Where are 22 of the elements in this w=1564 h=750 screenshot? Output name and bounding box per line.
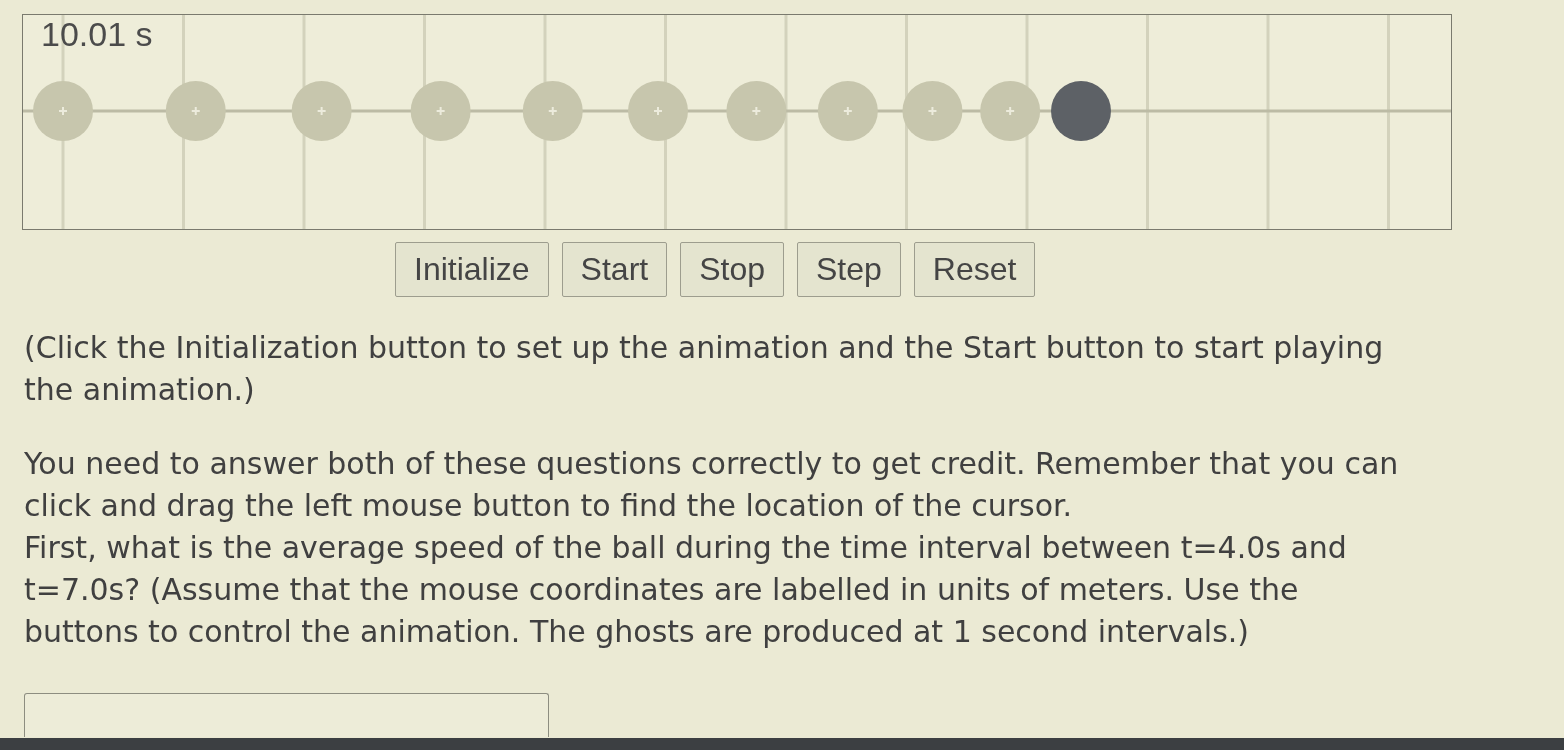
answer-field[interactable] [24, 692, 549, 737]
ghost-ball [165, 81, 226, 141]
control-button[interactable]: Reset [913, 242, 1036, 297]
ghost-ball [980, 81, 1041, 141]
control-button[interactable]: Step [797, 242, 901, 297]
instructions-text: You need to answer both of these questions correctly to get credit. Remember that you can click and drag the left mouse button to find the location of the cursor. [24, 444, 1400, 525]
ghost-ball [817, 81, 878, 141]
question-text: First, what is the average speed of the ball during the time interval between t=4.0s and t=7.0s? (Assume that the mouse coordinates are labelled in units of meters. Use the buttons to control the animation. The ghosts are produced at 1 second intervals.) [24, 528, 1348, 651]
ball[interactable] [1051, 81, 1111, 141]
control-button[interactable]: Stop [680, 242, 784, 297]
ghost-ball [291, 81, 352, 141]
control-button[interactable]: Initialize [395, 242, 549, 297]
ghost-ball [628, 81, 688, 141]
time-readout: 10.01 s [41, 15, 153, 54]
animation-canvas[interactable]: 10.01 s [22, 14, 1452, 230]
ghost-ball [410, 81, 471, 141]
instruction-note: (Click the Initialization button to set up the animation and the Start button to start playing the animation.) [24, 328, 1385, 409]
ghost-ball [726, 81, 787, 141]
ghost-ball [33, 81, 93, 141]
ghost-ball [902, 81, 963, 141]
control-button[interactable]: Start [561, 242, 668, 297]
ghost-ball [522, 81, 583, 141]
